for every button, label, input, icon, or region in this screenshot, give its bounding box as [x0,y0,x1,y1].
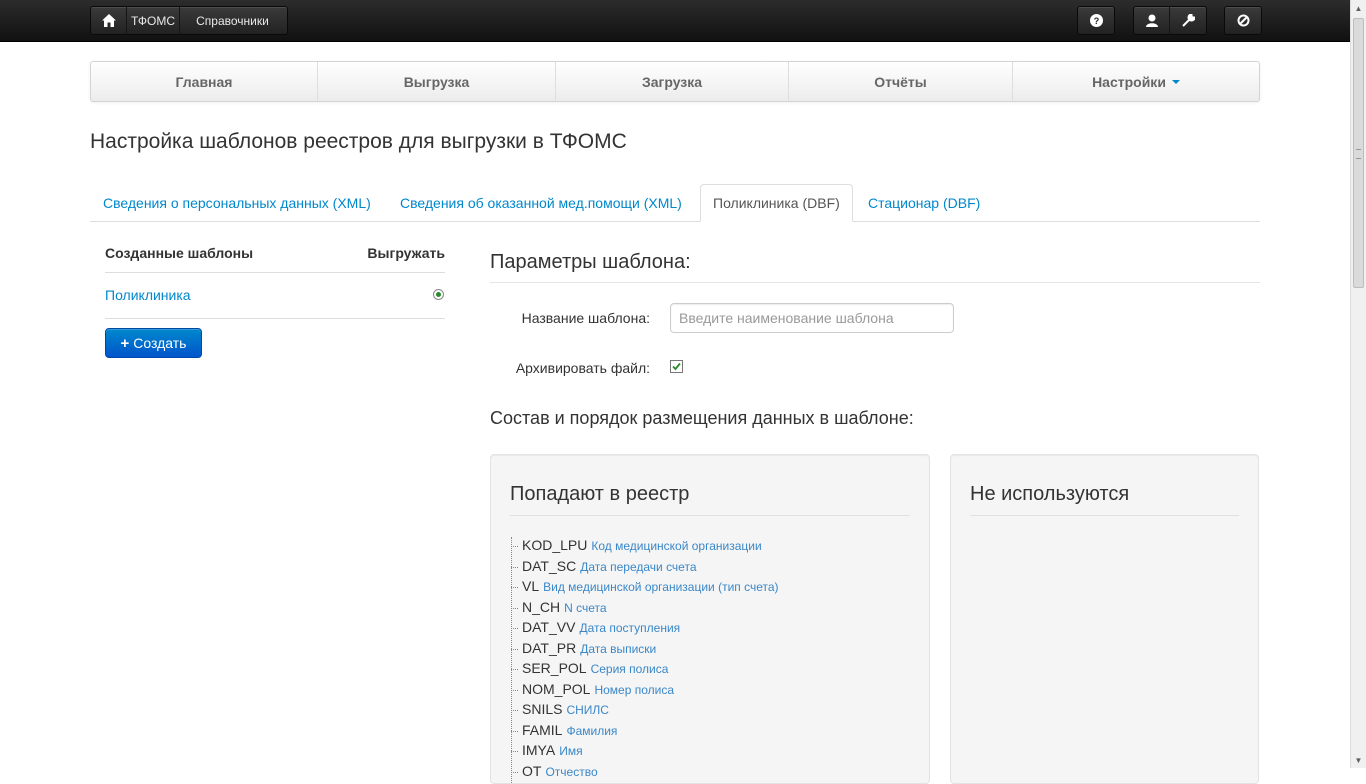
tab-hospital-dbf[interactable]: Стационар (DBF) [855,184,993,222]
svg-text:?: ? [1093,16,1099,26]
field-code: IMYA [522,742,556,758]
field-item[interactable]: N_CH N счета [511,599,779,620]
created-templates-heading: Созданные шаблоны [105,245,254,261]
nav-settings[interactable]: Настройки [1013,62,1259,101]
field-item[interactable]: FAMIL Фамилия [511,722,779,743]
field-item[interactable]: OT Отчество [511,763,779,784]
user-button[interactable] [1134,7,1170,34]
brand-link[interactable]: ТФОМС [127,7,180,34]
tab-personal-xml[interactable]: Сведения о персональных данных (XML) [90,184,384,222]
field-code: SER_POL [522,660,587,676]
home-icon [101,14,116,27]
table-row: Поликлиника [105,272,445,319]
home-button[interactable] [91,7,127,34]
unused-title: Не используются [970,483,1130,505]
divider [510,515,910,516]
create-button[interactable]: + Создать [105,328,202,358]
field-description: N счета [564,600,607,615]
user-tools-group [1133,6,1207,35]
help-button[interactable]: ? [1077,6,1115,35]
nav-reports[interactable]: Отчёты [789,62,1013,101]
nav-import[interactable]: Загрузка [556,62,789,101]
field-description: Код медицинской организации [591,539,762,553]
top-nav-group: ТФОМС Справочники [90,6,288,35]
page-title: Настройка шаблонов реестров для выгрузки… [90,130,627,153]
user-icon [1145,14,1158,27]
archive-label: Архивировать файл: [515,360,650,376]
field-item[interactable]: VL Вид медицинской организации (тип счета… [511,578,779,599]
field-code: N_CH [522,598,561,615]
divider [490,282,1260,283]
tab-polyclinic-dbf[interactable]: Поликлиника (DBF) [700,184,853,222]
unused-fields-panel: Не используются [950,454,1259,784]
main-nav: Главная Выгрузка Загрузка Отчёты Настрой… [90,61,1260,102]
tabs: Сведения о персональных данных (XML) Све… [90,184,1260,222]
divider [970,515,1239,516]
nav-settings-label: Настройки [1092,73,1166,90]
template-name-label: Название шаблона: [521,310,650,326]
field-item[interactable]: SNILS СНИЛС [511,701,779,722]
field-code: KOD_LPU [522,537,588,553]
field-code: DAT_VV [522,619,576,635]
field-description: Дата передачи счета [580,559,697,574]
field-code: OT [522,762,542,779]
composition-title: Состав и порядок размещения данных в шаб… [490,408,914,428]
included-fields-panel: Попадают в реестр KOD_LPU Код медицинской… [490,454,930,784]
field-code: DAT_SC [522,557,577,574]
scroll-down-icon[interactable]: ▼ [1351,752,1366,768]
templates-table-header: Созданные шаблоны Выгружать [105,238,445,273]
field-description: СНИЛС [566,703,609,717]
field-item[interactable]: DAT_VV Дата поступления [511,619,779,640]
settings-button[interactable] [1170,7,1206,34]
export-heading: Выгружать [367,245,445,261]
nav-home-label: Главная [175,73,233,90]
included-title: Попадают в реестр [510,483,690,505]
field-description: Вид медицинской организации (тип счета) [543,580,779,594]
ban-icon [1237,14,1249,27]
caret-down-icon [1171,79,1180,84]
fields-tree: KOD_LPU Код медицинской организации DAT_SC… [511,537,779,783]
export-radio[interactable] [433,289,444,300]
wrench-icon [1181,14,1195,27]
template-link[interactable]: Поликлиника [105,287,191,303]
plus-icon: + [120,334,130,352]
field-code: VL [522,578,540,594]
scroll-thumb[interactable] [1353,18,1364,288]
field-code: SNILS [522,701,563,717]
params-title: Параметры шаблона: [490,251,691,273]
field-description: Дата поступления [579,621,681,635]
tab-medhelp-xml[interactable]: Сведения об оказанной мед.помощи (XML) [387,184,695,222]
field-description: Имя [559,744,583,758]
field-description: Номер полиса [594,682,675,697]
field-item[interactable]: DAT_SC Дата передачи счета [511,558,779,579]
field-item[interactable]: DAT_PR Дата выписки [511,640,779,661]
check-icon [672,362,681,371]
nav-export[interactable]: Выгрузка [318,62,556,101]
field-item[interactable]: KOD_LPU Код медицинской организации [511,537,779,558]
field-description: Дата выписки [580,641,657,656]
create-button-label: Создать [133,335,187,351]
field-description: Отчество [545,764,598,779]
directories-link[interactable]: Справочники [180,7,285,34]
nav-home[interactable]: Главная [91,62,318,101]
help-icon: ? [1089,14,1103,27]
field-description: Серия полиса [590,662,669,676]
nav-import-label: Загрузка [641,73,703,90]
scroll-up-icon[interactable]: ▲ [1351,0,1366,16]
archive-checkbox[interactable] [670,360,683,373]
page-scrollbar[interactable]: ▲ ▼ [1350,0,1366,768]
field-description: Фамилия [566,723,618,738]
top-navbar: ТФОМС Справочники ? [0,0,1350,42]
template-name-input[interactable] [670,303,954,333]
field-item[interactable]: IMYA Имя [511,742,779,763]
field-item[interactable]: SER_POL Серия полиса [511,660,779,681]
nav-export-label: Выгрузка [403,73,470,90]
field-code: DAT_PR [522,639,577,656]
logout-button[interactable] [1224,6,1262,35]
field-code: FAMIL [522,721,563,738]
nav-reports-label: Отчёты [874,73,927,90]
field-code: NOM_POL [522,680,591,697]
field-item[interactable]: NOM_POL Номер полиса [511,681,779,702]
